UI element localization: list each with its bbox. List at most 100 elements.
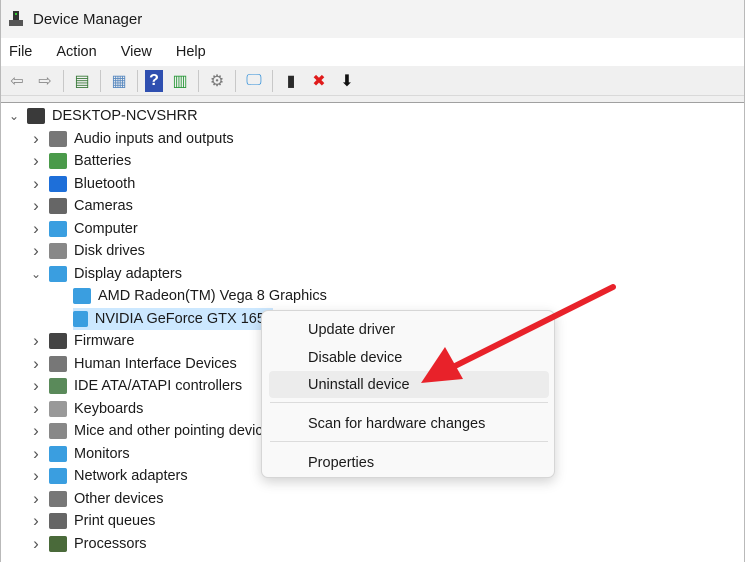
tree-node[interactable]: › Mice and other pointing devices: [29, 420, 278, 442]
scan-hardware-icon[interactable]: 🖵: [243, 70, 265, 92]
tree-node[interactable]: › IDE ATA/ATAPI controllers: [29, 375, 242, 397]
window-title: Device Manager: [33, 10, 143, 28]
chevron-down-icon[interactable]: ⌄: [7, 109, 21, 123]
chevron-right-icon[interactable]: ›: [29, 151, 43, 171]
device-category-icon: [49, 153, 67, 169]
tree-node-label: Mice and other pointing devices: [74, 423, 278, 439]
help-icon[interactable]: ?: [145, 69, 163, 92]
chevron-right-icon[interactable]: ›: [29, 489, 43, 509]
toolbar-separator: [235, 69, 236, 92]
menu-item-scan-for-hardware-changes[interactable]: Scan for hardware changes: [269, 410, 549, 437]
tree-node[interactable]: › Network adapters: [29, 465, 187, 487]
chevron-right-icon[interactable]: ›: [29, 399, 43, 419]
menu-action[interactable]: Action: [56, 44, 96, 60]
tree-node[interactable]: ⌄ DESKTOP-NCVSHRR: [7, 105, 198, 127]
tree-node[interactable]: › Bluetooth: [29, 173, 135, 195]
enable-device-icon[interactable]: ▮: [280, 70, 302, 92]
toolbar-separator: [137, 69, 138, 92]
chevron-right-icon[interactable]: ›: [29, 511, 43, 531]
menu-item-uninstall-device[interactable]: Uninstall device: [269, 371, 549, 398]
chevron-right-icon[interactable]: ›: [29, 421, 43, 441]
tree-node-label: AMD Radeon(TM) Vega 8 Graphics: [98, 288, 327, 304]
tree-node-label: Disk drives: [74, 243, 145, 259]
tree-node[interactable]: › Computer: [29, 218, 138, 240]
chevron-right-icon[interactable]: ›: [29, 129, 43, 149]
device-category-icon: [49, 378, 67, 394]
menu-help[interactable]: Help: [176, 44, 206, 60]
back-arrow-icon[interactable]: ⇦: [6, 70, 28, 92]
menu-file[interactable]: File: [9, 44, 32, 60]
menu-separator: [270, 441, 548, 442]
tree-node-label: IDE ATA/ATAPI controllers: [74, 378, 243, 394]
chevron-right-icon[interactable]: ›: [29, 196, 43, 216]
device-category-icon: [49, 175, 67, 192]
menu-item-update-driver[interactable]: Update driver: [269, 316, 549, 343]
device-category-icon: [27, 108, 45, 124]
properties-icon[interactable]: ▦: [108, 70, 130, 92]
uninstall-icon[interactable]: ✖: [308, 70, 330, 92]
tree-node[interactable]: › Firmware: [29, 330, 134, 352]
toolbar-separator: [63, 69, 64, 92]
chevron-right-icon[interactable]: ›: [29, 466, 43, 486]
chevron-right-icon[interactable]: ›: [29, 444, 43, 464]
device-category-icon: [49, 423, 67, 439]
tree-node-label: Monitors: [74, 445, 130, 462]
chevron-right-icon[interactable]: ›: [29, 174, 43, 194]
chevron-right-icon[interactable]: ›: [29, 354, 43, 374]
tree-node[interactable]: › Human Interface Devices: [29, 353, 237, 375]
device-category-icon: [49, 490, 67, 507]
toolbar-separator: [272, 69, 273, 92]
chevron-right-icon[interactable]: ›: [29, 331, 43, 351]
device-category-icon: [49, 243, 67, 259]
disable-device-icon[interactable]: ⬇: [336, 70, 358, 92]
tree-node-label: Batteries: [74, 153, 132, 169]
device-category-icon: [49, 535, 67, 552]
chevron-right-icon[interactable]: ›: [29, 534, 43, 554]
device-category-icon: [49, 333, 67, 349]
show-hide-console-tree-icon[interactable]: ▤: [71, 70, 93, 92]
tree-node[interactable]: › Cameras: [29, 195, 133, 217]
chevron-right-icon[interactable]: ›: [29, 219, 43, 239]
tree-node[interactable]: ⌄ Display adapters: [29, 263, 182, 285]
device-category-icon: [49, 355, 67, 372]
chevron-right-icon[interactable]: ›: [29, 241, 43, 261]
device-category-icon: [49, 468, 67, 484]
menu-separator: [270, 402, 548, 403]
device-category-icon: [73, 310, 88, 327]
device-category-icon: [49, 400, 67, 417]
show-action-pane-icon[interactable]: ▥: [169, 70, 191, 92]
tree-node[interactable]: › Other devices: [29, 488, 163, 510]
tree-node-label: DESKTOP-NCVSHRR: [52, 108, 198, 124]
tree-node-label: Other devices: [74, 490, 164, 507]
tree-node-label: Keyboards: [74, 400, 144, 417]
tree-node[interactable]: › Batteries: [29, 150, 131, 172]
tree-node[interactable]: › Disk drives: [29, 240, 145, 262]
title-bar: Device Manager: [1, 0, 744, 38]
menu-item-properties[interactable]: Properties: [269, 449, 549, 476]
toolbar-separator: [100, 69, 101, 92]
tree-node[interactable]: › Print queues: [29, 510, 155, 532]
tree-node[interactable]: › Monitors: [29, 443, 130, 465]
device-item[interactable]: AMD Radeon(TM) Vega 8 Graphics: [73, 285, 327, 307]
tree-node-label: Cameras: [74, 198, 133, 214]
menu-item-disable-device[interactable]: Disable device: [269, 344, 549, 371]
tree-node-label: NVIDIA GeForce GTX 1650: [94, 310, 273, 327]
device-item[interactable]: NVIDIA GeForce GTX 1650: [73, 307, 273, 330]
tree-node[interactable]: › Audio inputs and outputs: [29, 128, 234, 150]
device-category-icon: [49, 198, 67, 214]
tree-node-label: Audio inputs and outputs: [74, 130, 234, 147]
toolbar-divider: [1, 96, 744, 103]
tree-node[interactable]: › Processors: [29, 533, 146, 555]
tree-node-label: Print queues: [74, 513, 156, 529]
chevron-down-icon[interactable]: ⌄: [29, 267, 43, 281]
tree-node-label: Human Interface Devices: [74, 355, 237, 372]
toolbar-separator: [198, 69, 199, 92]
tree-node[interactable]: › Keyboards: [29, 398, 143, 420]
device-category-icon: [49, 220, 67, 237]
menu-view[interactable]: View: [121, 44, 152, 60]
update-driver-icon[interactable]: ⚙: [206, 70, 228, 92]
chevron-right-icon[interactable]: ›: [29, 376, 43, 396]
tree-node-label: Display adapters: [74, 265, 182, 282]
device-category-icon: [49, 445, 67, 462]
forward-arrow-icon[interactable]: ⇨: [34, 70, 56, 92]
